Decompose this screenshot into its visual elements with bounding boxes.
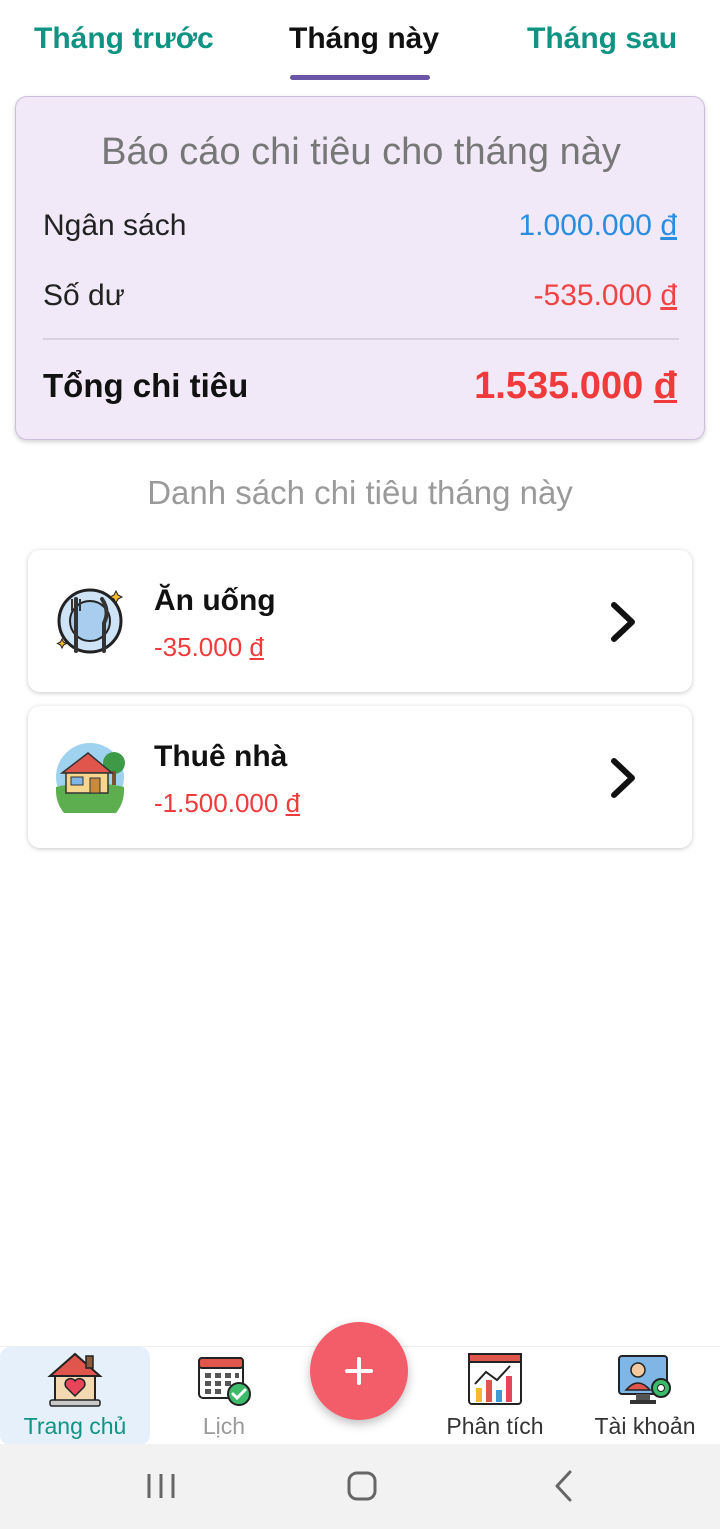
- expense-item-food[interactable]: Ăn uống -35.000 đ: [28, 550, 692, 692]
- item-amount-value: -35.000: [154, 632, 243, 662]
- balance-currency: đ: [660, 279, 677, 312]
- balance-amount: -535.000: [533, 279, 652, 312]
- month-tabs: Tháng trước Tháng này Tháng sau: [0, 0, 720, 82]
- balance-label: Số dư: [43, 279, 125, 312]
- house-rent-icon: [56, 743, 125, 813]
- food-plate-icon: [56, 588, 124, 654]
- balance-value: -535.000 đ: [534, 279, 677, 313]
- tab-indicator: [290, 75, 430, 80]
- item-amount-value: -1.500.000: [154, 788, 279, 818]
- nav-calendar-label: Lịch: [202, 1413, 246, 1439]
- calendar-check-icon: [198, 1357, 251, 1406]
- nav-calendar[interactable]: Lịch: [150, 1347, 298, 1445]
- chevron-right-icon: [611, 758, 635, 798]
- system-navigation-bar: [0, 1444, 720, 1529]
- total-currency: đ: [653, 365, 677, 407]
- analytics-chart-icon: [468, 1353, 522, 1405]
- nav-home-label: Trang chủ: [23, 1413, 127, 1439]
- budget-label: Ngân sách: [43, 209, 187, 242]
- item-currency: đ: [285, 788, 301, 818]
- divider: [43, 338, 679, 340]
- add-expense-button[interactable]: [310, 1322, 408, 1420]
- expense-report-card: Báo cáo chi tiêu cho tháng này Ngân sách…: [15, 96, 705, 440]
- total-amount: 1.535.000: [474, 365, 644, 407]
- home-system-icon[interactable]: [337, 1464, 387, 1508]
- home-heart-icon: [47, 1352, 103, 1407]
- nav-analytics[interactable]: Phân tích: [420, 1347, 570, 1445]
- expense-list-title: Danh sách chi tiêu tháng này: [147, 474, 573, 511]
- recent-apps-icon[interactable]: [136, 1464, 186, 1508]
- tab-next-month[interactable]: Tháng sau: [527, 22, 677, 56]
- budget-amount: 1.000.000: [518, 209, 652, 242]
- report-title: Báo cáo chi tiêu cho tháng này: [101, 131, 621, 173]
- total-label: Tổng chi tiêu: [43, 367, 249, 404]
- item-currency: đ: [249, 632, 264, 662]
- budget-currency: đ: [660, 209, 677, 242]
- item-amount: -1.500.000 đ: [154, 788, 300, 819]
- total-value: 1.535.000 đ: [474, 365, 677, 408]
- tab-this-month[interactable]: Tháng này: [289, 22, 439, 56]
- back-icon[interactable]: [540, 1464, 590, 1508]
- nav-analytics-label: Phân tích: [446, 1413, 544, 1439]
- account-settings-icon: [618, 1355, 671, 1404]
- plus-icon: [345, 1357, 373, 1385]
- expense-item-rent[interactable]: Thuê nhà -1.500.000 đ: [28, 706, 692, 848]
- nav-account-label: Tài khoản: [594, 1413, 696, 1439]
- item-amount: -35.000 đ: [154, 632, 264, 663]
- budget-value: 1.000.000 đ: [519, 209, 678, 243]
- item-name: Ăn uống: [154, 584, 276, 617]
- item-name: Thuê nhà: [154, 740, 288, 773]
- nav-home[interactable]: Trang chủ: [0, 1347, 150, 1445]
- nav-account[interactable]: Tài khoản: [570, 1347, 720, 1445]
- tab-previous-month[interactable]: Tháng trước: [34, 22, 214, 56]
- chevron-right-icon: [611, 602, 635, 642]
